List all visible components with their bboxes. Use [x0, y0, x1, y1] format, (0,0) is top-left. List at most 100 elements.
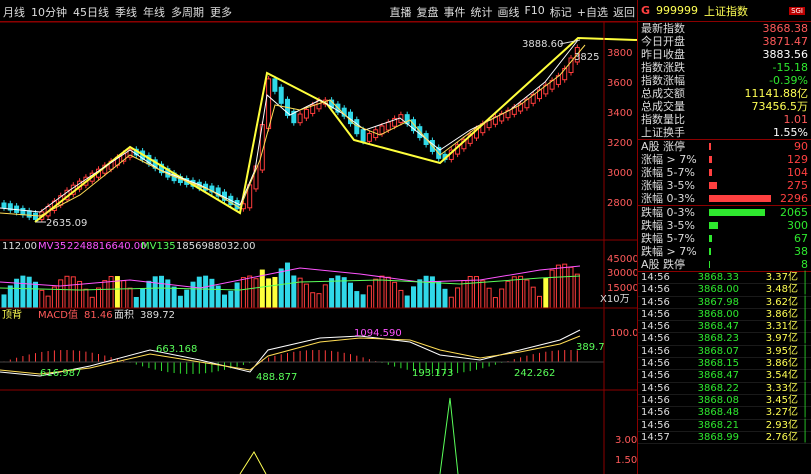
breadth-bar	[709, 222, 718, 229]
back-button[interactable]: 返回	[613, 4, 635, 20]
volume-bar	[89, 296, 95, 309]
macd-axis-100: 100.0	[610, 328, 637, 339]
tick-row[interactable]: 14:56 3868.23 3.97亿 │	[638, 333, 811, 346]
volume-bar	[240, 277, 246, 309]
volume-bar	[278, 268, 284, 309]
volume-bar	[524, 279, 530, 309]
volume-bar	[146, 280, 152, 309]
breadth-up: A股 涨停 90 涨幅 > 7% 129 涨幅 5-7% 104 涨幅 3-5% 275 涨幅 …	[638, 140, 811, 205]
stats-button[interactable]: 统计	[470, 4, 492, 20]
quote-summary: 最新指数 3868.38 今日开盘 3871.47 昨日收盘 3883.56 指数涨跌 -15…	[638, 22, 811, 139]
mark-button[interactable]: 标记	[550, 4, 572, 20]
candle-body	[303, 108, 309, 119]
breadth-label: 涨幅 0-3%	[641, 192, 695, 205]
tick-amount: 3.97亿	[765, 333, 798, 345]
review-button[interactable]: 复盘	[416, 4, 438, 20]
volume-bar	[448, 296, 454, 309]
candle-body	[26, 210, 32, 218]
tab-yearly[interactable]: 年线	[143, 4, 165, 20]
quote-row: 指数量比 1.01	[638, 113, 811, 126]
draw-line-button[interactable]: 画线	[497, 4, 519, 20]
volume-bar	[33, 281, 38, 309]
index-code: 999999	[656, 4, 699, 17]
breadth-bar	[709, 261, 710, 268]
tick-row[interactable]: 14:57 3868.99 2.76亿 │	[638, 431, 811, 445]
tick-amount: 3.45亿	[765, 394, 798, 406]
tick-price: 3868.47	[697, 370, 739, 382]
volume-bar	[568, 266, 574, 309]
tab-more[interactable]: 更多	[210, 4, 232, 20]
tick-row[interactable]: 14:56 3868.33 3.37亿 │	[638, 272, 811, 285]
breadth-bar-track	[709, 179, 772, 192]
volume-bar	[322, 284, 328, 309]
tick-direction-icon: │	[801, 394, 808, 406]
tick-direction-icon: │	[801, 407, 808, 419]
tick-time: 14:56	[641, 407, 670, 419]
tab-multi-period[interactable]: 多周期	[171, 4, 204, 20]
volume-bar	[190, 281, 196, 309]
tick-row[interactable]: 14:56 3867.98 3.62亿 │	[638, 297, 811, 309]
breadth-bar	[709, 209, 765, 216]
chart-toolbar: 月线 10分钟 45日线 季线 年线 多周期 更多 直播 复盘 事件 统计 画线…	[0, 0, 637, 22]
tick-row[interactable]: 14:56 3868.47 3.31亿 │	[638, 321, 811, 334]
volume-bar	[411, 286, 416, 309]
dea-line	[0, 335, 581, 375]
candle-body	[360, 129, 366, 142]
volume-bar	[574, 273, 580, 309]
tick-row[interactable]: 14:56 3868.08 3.45亿 │	[638, 394, 811, 408]
breadth-label: 跌幅 5-7%	[641, 232, 695, 245]
quote-row: 指数涨幅 -0.39%	[638, 74, 811, 87]
quote-row: 最新指数 3868.38	[638, 22, 811, 35]
volume-bar	[455, 287, 461, 309]
ma-line-2	[0, 44, 586, 217]
tick-price: 3868.48	[697, 407, 739, 419]
tick-amount: 3.33亿	[765, 382, 798, 394]
volume-bar	[77, 280, 83, 309]
tick-row[interactable]: 14:56 3868.47 3.54亿 │	[638, 370, 811, 383]
tick-time: 14:56	[641, 419, 670, 431]
breadth-bar-track	[709, 140, 772, 153]
tick-price: 3868.08	[697, 394, 739, 406]
volume-bar	[253, 278, 259, 309]
tick-list[interactable]: 14:56 3868.33 3.37亿 │ 14:56 3868.00 3.48亿 │ 14:5…	[638, 272, 811, 445]
volume-bar	[518, 275, 524, 309]
bottom-spike-2	[439, 397, 459, 474]
tab-45day[interactable]: 45日线	[73, 4, 109, 20]
macd-value: 81.46	[84, 310, 113, 321]
tab-quarterly[interactable]: 季线	[115, 4, 137, 20]
tab-10min[interactable]: 10分钟	[31, 4, 67, 20]
quote-row: 上证换手 1.55%	[638, 126, 811, 139]
candlestick-chart[interactable]: 3888.60 3825 2635.09 3800 3600 3400 3200…	[0, 22, 637, 474]
live-button[interactable]: 直播	[389, 4, 411, 20]
volume-bar	[492, 297, 498, 309]
events-button[interactable]: 事件	[443, 4, 465, 20]
tick-row[interactable]: 14:56 3868.15 3.86亿 │	[638, 358, 811, 371]
f10-button[interactable]: F10	[524, 4, 544, 20]
candle-body	[385, 121, 391, 131]
tick-row[interactable]: 14:56 3868.22 3.33亿 │	[638, 383, 811, 395]
tick-row[interactable]: 14:56 3868.07 3.95亿 │	[638, 345, 811, 359]
add-watchlist-button[interactable]: +自选	[577, 4, 608, 20]
tick-amount: 3.31亿	[765, 321, 798, 333]
tick-row[interactable]: 14:56 3868.00 3.48亿 │	[638, 284, 811, 297]
tick-time: 14:56	[641, 284, 670, 296]
quote-row-value: -0.39%	[769, 74, 808, 87]
tick-row[interactable]: 14:56 3868.48 3.27亿 │	[638, 407, 811, 420]
tick-row[interactable]: 14:56 3868.00 3.86亿 │	[638, 309, 811, 322]
volume-bar	[177, 295, 183, 309]
volume-bar	[234, 282, 240, 309]
volume-bar	[171, 286, 177, 309]
tab-monthly[interactable]: 月线	[3, 4, 25, 20]
tick-time: 14:56	[641, 382, 670, 394]
breadth-value: 2296	[780, 192, 808, 205]
quote-panel: G 999999 上证指数 SGI 最新指数 3868.38 今日开盘 3871.47…	[637, 0, 811, 474]
volume-bar	[354, 291, 360, 309]
tick-direction-icon: │	[801, 431, 808, 443]
quote-row-label: 今日开盘	[641, 35, 685, 48]
mv135-label: MV135	[141, 241, 176, 252]
tick-direction-icon: │	[801, 345, 808, 357]
dif-line	[0, 329, 581, 377]
tick-time: 14:56	[641, 296, 670, 308]
tick-row[interactable]: 14:56 3868.21 2.93亿 │	[638, 420, 811, 432]
tick-amount: 3.37亿	[765, 272, 798, 283]
